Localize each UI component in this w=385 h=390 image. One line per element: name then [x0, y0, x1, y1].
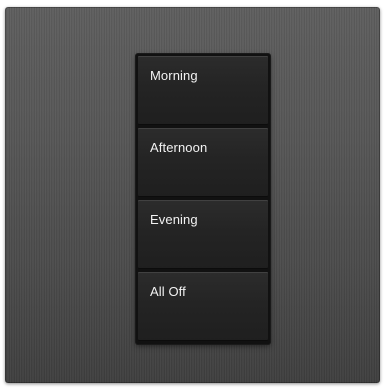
evening-button[interactable]: Evening	[138, 200, 268, 269]
all-off-button-label: All Off	[150, 284, 186, 299]
keypad-scene: Morning Afternoon Evening All Off	[0, 0, 385, 390]
morning-button[interactable]: Morning	[138, 56, 268, 125]
afternoon-button[interactable]: Afternoon	[138, 128, 268, 197]
all-off-button[interactable]: All Off	[138, 272, 268, 341]
scene-keypad: Morning Afternoon Evening All Off	[136, 54, 270, 344]
afternoon-button-label: Afternoon	[150, 140, 208, 155]
evening-button-label: Evening	[150, 212, 198, 227]
morning-button-label: Morning	[150, 68, 198, 83]
